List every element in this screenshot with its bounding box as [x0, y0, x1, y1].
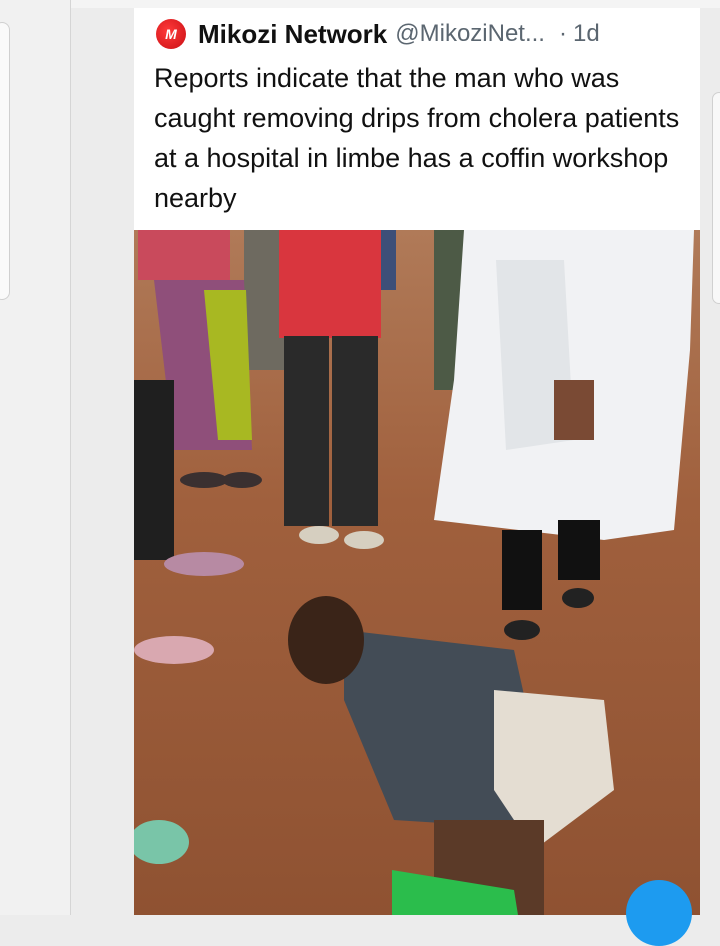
timestamp[interactable]: 1d	[573, 20, 600, 48]
right-card-edge	[712, 92, 720, 304]
tweet-text: Reports indicate that the man who was ca…	[154, 63, 680, 213]
tweet-card[interactable]: M Mikozi Network @MikoziNet... · 1d Repo…	[134, 8, 700, 946]
separator-dot: ·	[558, 20, 567, 47]
avatar-glyph: M	[165, 26, 177, 42]
left-column	[0, 0, 71, 915]
user-handle[interactable]: @MikoziNet...	[395, 20, 545, 48]
photo-crowd-man-on-ground	[134, 230, 700, 915]
tweet-header: M Mikozi Network @MikoziNet... · 1d	[156, 16, 690, 52]
top-strip	[0, 0, 720, 8]
left-card-edge	[0, 22, 10, 300]
display-name[interactable]: Mikozi Network	[198, 19, 387, 50]
tweet-photo[interactable]	[134, 230, 700, 915]
mikozi-logo-icon[interactable]: M	[156, 19, 186, 49]
compose-fab-icon[interactable]	[626, 880, 692, 946]
